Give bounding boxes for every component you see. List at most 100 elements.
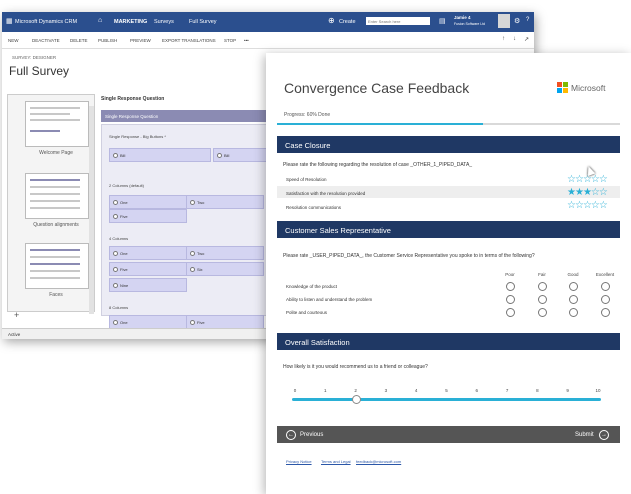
add-page-icon[interactable]: + [14, 310, 19, 320]
search-icon[interactable]: ⚲ [419, 17, 423, 24]
option-radio[interactable]: Two [186, 246, 264, 260]
star-rating[interactable]: ★★★☆☆ [567, 187, 608, 198]
matrix-radio[interactable] [569, 308, 578, 317]
star-icon[interactable]: ★ [567, 187, 576, 198]
section-header-overall: Overall Satisfaction [277, 333, 620, 350]
nps-slider-track[interactable] [292, 398, 601, 401]
help-icon[interactable]: ? [526, 17, 529, 23]
star-icon[interactable]: ☆ [575, 200, 584, 211]
option-radio[interactable]: Five [109, 262, 187, 276]
microsoft-logo-icon [557, 82, 568, 93]
star-icon[interactable]: ☆ [567, 174, 576, 185]
question-header-label: Single Response Question [105, 114, 159, 119]
delete-button[interactable]: DELETE [70, 38, 88, 43]
nps-tick-label: 5 [445, 388, 448, 393]
avatar[interactable] [498, 14, 510, 28]
submit-button[interactable]: Submit [575, 432, 594, 438]
option-radio[interactable]: Nine [109, 278, 187, 292]
grid-icon[interactable]: ▦ [6, 17, 13, 25]
matrix-radio[interactable] [538, 282, 547, 291]
arrow-up-icon[interactable]: ↑ [502, 36, 505, 42]
expand-icon[interactable]: ↗ [524, 36, 529, 43]
nps-slider-thumb[interactable] [351, 395, 361, 404]
home-icon[interactable]: ⌂ [98, 17, 102, 24]
nps-prompt: How likely is it you would recommend us … [283, 364, 428, 370]
privacy-link[interactable]: Privacy Notice [286, 459, 312, 464]
chevron-left-icon[interactable]: ← [286, 430, 296, 440]
matrix-radio[interactable] [601, 295, 610, 304]
question-title: Single Response Question [101, 96, 165, 102]
deactivate-button[interactable]: DEACTIVATE [32, 38, 60, 43]
column-header: Fair [538, 272, 546, 277]
nav-record[interactable]: Full Survey [189, 19, 217, 25]
gear-icon[interactable]: ⚙ [514, 17, 520, 25]
matrix-radio[interactable] [569, 295, 578, 304]
new-button[interactable]: NEW [8, 38, 19, 43]
column-header: Excellent [595, 272, 615, 277]
microsoft-logo-text: Microsoft [571, 83, 606, 93]
group-label: 4 Columns [109, 236, 129, 241]
option-radio[interactable]: Two [186, 195, 264, 209]
nav-area[interactable]: MARKETING [114, 19, 147, 25]
arrow-down-icon[interactable]: ↓ [513, 36, 516, 42]
matrix-row-label: Polite and courteous [286, 310, 328, 315]
star-icon[interactable]: ★ [575, 187, 584, 198]
chevron-right-icon[interactable]: → [599, 430, 609, 440]
star-icon[interactable]: ★ [583, 187, 592, 198]
rating-label: Satisfaction with the resolution provide… [286, 191, 366, 196]
matrix-radio[interactable] [506, 282, 515, 291]
star-rating[interactable]: ☆☆☆☆☆ [567, 174, 608, 185]
option-radio[interactable]: Six [186, 262, 264, 276]
more-button[interactable]: ••• [244, 38, 249, 43]
star-icon[interactable]: ☆ [575, 174, 584, 185]
star-icon[interactable]: ☆ [591, 200, 600, 211]
star-icon[interactable]: ☆ [591, 174, 600, 185]
nps-tick-label: 6 [475, 388, 479, 393]
star-icon[interactable]: ☆ [599, 200, 608, 211]
matrix-radio[interactable] [538, 295, 547, 304]
publish-button[interactable]: PUBLISH [98, 38, 117, 43]
page-thumbnail-faces[interactable] [25, 243, 89, 289]
group-label: 8 Columns [109, 305, 129, 310]
nav-surveys[interactable]: Surveys [154, 19, 174, 25]
option-radio[interactable]: One [109, 246, 187, 260]
option-radio[interactable]: One [109, 315, 187, 329]
option-radio[interactable]: Five [186, 315, 264, 329]
plus-circle-icon[interactable]: ⊕ [328, 16, 335, 25]
form-label[interactable]: SURVEY: DESIGNER [12, 55, 56, 60]
app-title[interactable]: Microsoft Dynamics CRM [15, 19, 77, 25]
option-radio[interactable]: One [109, 195, 187, 209]
matrix-radio[interactable] [601, 282, 610, 291]
star-rating[interactable]: ☆☆☆☆☆ [567, 200, 608, 211]
survey-title: Convergence Case Feedback [284, 80, 470, 96]
page-list-scrollbar[interactable] [89, 106, 94, 314]
create-button[interactable]: Create [339, 19, 356, 25]
star-icon[interactable]: ☆ [591, 187, 600, 198]
star-icon[interactable]: ☆ [599, 187, 608, 198]
email-link[interactable]: feedback@microsoft.com [356, 459, 401, 464]
star-icon[interactable]: ☆ [599, 174, 608, 185]
matrix-radio[interactable] [601, 308, 610, 317]
terms-link[interactable]: Terms and Legal [321, 459, 351, 464]
star-icon[interactable]: ☆ [583, 200, 592, 211]
nps-tick-label: 10 [595, 388, 601, 393]
previous-button[interactable]: Previous [300, 432, 323, 438]
matrix-radio[interactable] [569, 282, 578, 291]
star-icon[interactable]: ☆ [567, 200, 576, 211]
matrix-radio[interactable] [538, 308, 547, 317]
matrix-row-label: Ability to listen and understand the pro… [286, 297, 373, 302]
matrix-radio[interactable] [506, 295, 515, 304]
nps-tick-label: 4 [414, 388, 418, 393]
option-radio[interactable]: Five [109, 209, 187, 223]
matrix-radio[interactable] [506, 308, 515, 317]
option-radio[interactable]: Bill [109, 148, 211, 162]
nps-tick-label: 8 [536, 388, 539, 393]
page-thumbnail-welcome[interactable] [25, 101, 89, 147]
section-header-closure: Case Closure [277, 136, 620, 153]
stop-button[interactable]: STOP [224, 38, 236, 43]
page-thumbnail-alignments[interactable] [25, 173, 89, 219]
preview-button[interactable]: PREVIEW [130, 38, 151, 43]
records-icon[interactable]: ▤ [439, 17, 446, 25]
user-org: Fusion Software Ltd [454, 22, 486, 26]
export-button[interactable]: EXPORT TRANSLATIONS [162, 38, 216, 43]
